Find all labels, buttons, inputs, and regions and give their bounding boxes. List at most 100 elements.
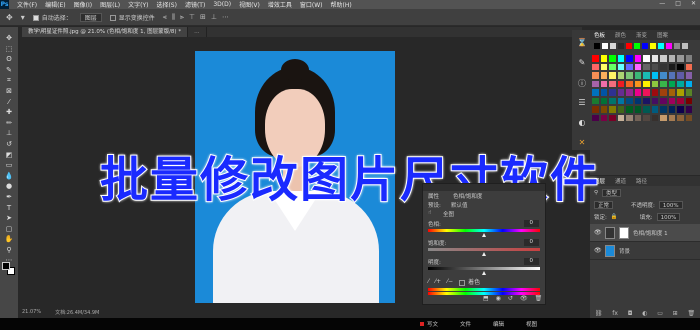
hue-value[interactable]: 0	[523, 220, 539, 227]
swatch[interactable]	[660, 63, 667, 70]
swatch[interactable]	[651, 106, 658, 113]
swatch[interactable]	[685, 97, 692, 104]
taskbar-item[interactable]: 文件	[460, 320, 471, 328]
eyedropper-tool-icon[interactable]: ⁄	[4, 98, 14, 106]
tab-gradients[interactable]: 渐变	[636, 31, 647, 39]
swatch[interactable]	[617, 114, 624, 121]
swatch[interactable]	[600, 55, 607, 62]
show-transform-checkbox[interactable]: 显示变换控件	[109, 13, 155, 22]
swatch[interactable]	[685, 89, 692, 96]
swatch[interactable]	[643, 106, 650, 113]
eye-icon[interactable]: 👁	[594, 229, 602, 236]
swatch[interactable]	[643, 55, 650, 62]
menu-plugins[interactable]: 增效工具	[268, 0, 292, 9]
swatch[interactable]	[634, 106, 641, 113]
swatch[interactable]	[660, 80, 667, 87]
swatch[interactable]	[626, 63, 633, 70]
swatch[interactable]	[677, 72, 684, 79]
reset-icon[interactable]: ↺	[508, 295, 513, 302]
swatch[interactable]	[643, 63, 650, 70]
eyedropper-icon[interactable]: ⁄	[428, 278, 429, 285]
swatch[interactable]	[592, 89, 599, 96]
taskbar-item[interactable]: 视图	[526, 320, 537, 328]
saturation-value[interactable]: 0	[523, 239, 539, 246]
menu-filter[interactable]: 滤镜(T)	[185, 0, 205, 9]
swatch[interactable]	[617, 55, 624, 62]
swatch[interactable]	[609, 63, 616, 70]
swatch[interactable]	[626, 106, 633, 113]
swatch[interactable]	[666, 43, 672, 49]
layer-row[interactable]: 👁 背景	[590, 242, 700, 260]
swatch[interactable]	[626, 97, 633, 104]
maximize-icon[interactable]: □	[675, 0, 681, 9]
zoom-level[interactable]: 21.07%	[22, 309, 41, 317]
frame-tool-icon[interactable]: ⊠	[4, 87, 14, 95]
swatch[interactable]	[617, 80, 624, 87]
swatch[interactable]	[668, 80, 675, 87]
swatch[interactable]	[600, 97, 607, 104]
swatch[interactable]	[677, 55, 684, 62]
swatch[interactable]	[668, 63, 675, 70]
align-bottom-icon[interactable]: ⊥	[211, 13, 217, 22]
swatch[interactable]	[677, 97, 684, 104]
properties-panel-icon[interactable]: ☰	[576, 98, 588, 108]
lightness-value[interactable]: 0	[523, 258, 539, 265]
swatch[interactable]	[594, 43, 600, 49]
swatch[interactable]	[651, 80, 658, 87]
tab-document-2[interactable]: …	[188, 27, 207, 37]
crop-tool-icon[interactable]: ⌗	[4, 77, 14, 84]
eyedropper-plus-icon[interactable]: ⁄+	[435, 278, 441, 285]
history-panel-icon[interactable]: ⌛	[576, 38, 588, 48]
swatch[interactable]	[634, 43, 640, 49]
swatch[interactable]	[650, 43, 656, 49]
swatch[interactable]	[682, 43, 688, 49]
move-tool-icon[interactable]: ✥	[6, 13, 13, 22]
swatch[interactable]	[609, 106, 616, 113]
swatch[interactable]	[668, 97, 675, 104]
swatch[interactable]	[685, 114, 692, 121]
tab-color[interactable]: 颜色	[615, 31, 626, 39]
swatch[interactable]	[610, 43, 616, 49]
swatch[interactable]	[660, 89, 667, 96]
swatch[interactable]	[642, 43, 648, 49]
color-picker-fg-bg[interactable]	[2, 262, 16, 276]
swatch[interactable]	[643, 114, 650, 121]
swatch[interactable]	[651, 63, 658, 70]
menu-type[interactable]: 文字(Y)	[128, 0, 148, 9]
swatch[interactable]	[668, 72, 675, 79]
foreground-color-swatch[interactable]	[2, 262, 10, 270]
saturation-slider-track[interactable]	[428, 248, 540, 251]
chevron-down-icon[interactable]: ▾	[21, 13, 25, 22]
swatch[interactable]	[634, 89, 641, 96]
swatch[interactable]	[685, 55, 692, 62]
swatch[interactable]	[609, 80, 616, 87]
swatch[interactable]	[592, 63, 599, 70]
menu-3d[interactable]: 3D(D)	[213, 1, 231, 8]
colorize-checkbox[interactable]: 着色	[459, 277, 480, 286]
swatch[interactable]	[600, 80, 607, 87]
hand-tool-icon[interactable]: ✋	[4, 236, 14, 243]
swatch[interactable]	[634, 80, 641, 87]
swatch[interactable]	[634, 97, 641, 104]
menu-edit[interactable]: 编辑(E)	[45, 0, 65, 9]
menu-view[interactable]: 视图(V)	[239, 0, 260, 9]
auto-select-checkbox[interactable]: 自动选择：	[32, 13, 72, 22]
swatch[interactable]	[677, 89, 684, 96]
tab-patterns[interactable]: 图案	[657, 31, 668, 39]
lightness-slider-track[interactable]	[428, 267, 540, 270]
clone-stamp-tool-icon[interactable]: ⊥	[4, 130, 14, 137]
swatch[interactable]	[602, 43, 608, 49]
view-previous-icon[interactable]: ◉	[496, 295, 501, 302]
menu-file[interactable]: 文件(F)	[17, 0, 37, 9]
tab-swatches[interactable]: 色板	[594, 31, 605, 39]
swatch[interactable]	[651, 114, 658, 121]
marquee-tool-icon[interactable]: ⬚	[4, 45, 14, 53]
swatch[interactable]	[660, 55, 667, 62]
layer-name[interactable]: 色相/饱和度 1	[633, 229, 668, 237]
swatch[interactable]	[626, 55, 633, 62]
hue-slider-track[interactable]	[428, 229, 540, 232]
hand-adjust-icon[interactable]: ☝	[428, 210, 431, 216]
swatch[interactable]	[600, 106, 607, 113]
align-right-icon[interactable]: ⫸	[180, 13, 184, 22]
align-top-icon[interactable]: ⊤	[189, 13, 195, 22]
